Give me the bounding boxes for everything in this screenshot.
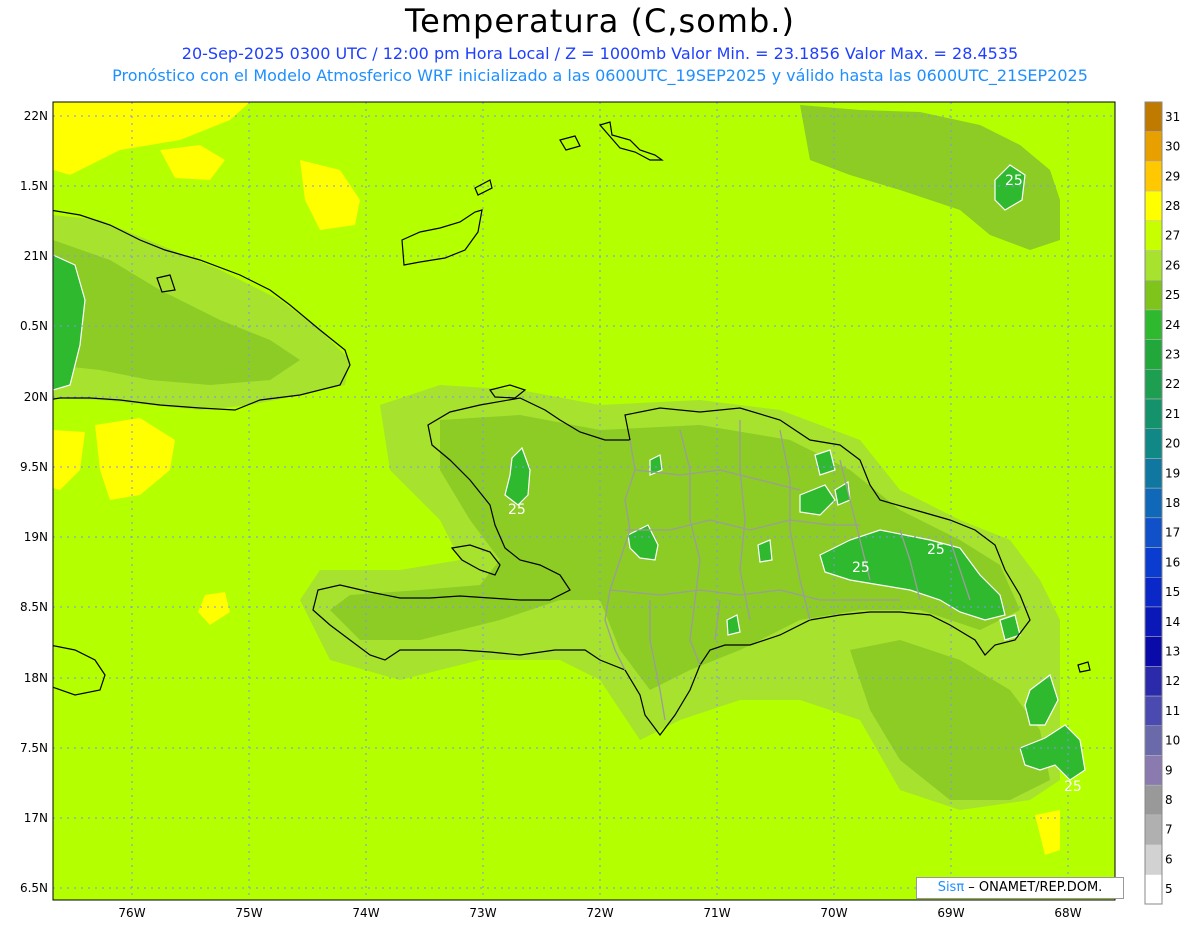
- lat-label: 0.5N: [20, 319, 48, 333]
- colorbar-swatch: [1144, 220, 1163, 251]
- colorbar-label: 27: [1165, 229, 1180, 243]
- colorbar-swatch: [1144, 695, 1163, 727]
- lon-label: 72W: [586, 906, 613, 920]
- colorbar-label: 10: [1165, 734, 1180, 748]
- colorbar-label: 9: [1165, 763, 1173, 777]
- colorbar-swatch: [1144, 784, 1163, 816]
- lat-label: 21N: [24, 249, 48, 263]
- colorbar-label: 23: [1165, 347, 1180, 361]
- colorbar-swatch: [1144, 636, 1163, 667]
- colorbar-label: 25: [1165, 288, 1180, 302]
- colorbar-swatch: [1144, 755, 1163, 786]
- colorbar-label: 30: [1165, 140, 1180, 154]
- colorbar-swatch: [1144, 190, 1163, 222]
- contour-label: 25: [852, 560, 870, 576]
- colorbar-label: 5: [1165, 882, 1173, 896]
- lon-label: 69W: [937, 906, 964, 920]
- colorbar-label: 6: [1165, 852, 1173, 866]
- colorbar-label: 13: [1165, 645, 1180, 659]
- colorbar-swatch: [1144, 398, 1163, 429]
- colorbar-label: 8: [1165, 793, 1173, 807]
- colorbar-swatch: [1144, 606, 1163, 637]
- colorbar-swatch: [1144, 874, 1163, 905]
- lon-label: 76W: [118, 906, 145, 920]
- colorbar-swatch: [1144, 487, 1163, 519]
- colorbar-label: 31: [1165, 110, 1180, 124]
- colorbar-swatch: [1144, 250, 1163, 281]
- colorbar-label: 29: [1165, 169, 1180, 183]
- temperature-map: 76W 75W 74W 73W 72W 71W 70W 69W 68W 22N …: [20, 101, 1180, 920]
- colorbar-label: 16: [1165, 555, 1180, 569]
- lon-label: 74W: [352, 906, 379, 920]
- colorbar-label: 21: [1165, 407, 1180, 421]
- colorbar-swatch: [1144, 666, 1163, 697]
- shaded-field: [53, 102, 1115, 900]
- lat-label: 20N: [24, 390, 48, 404]
- credit-text: – ONAMET/REP.DOM.: [964, 880, 1103, 895]
- lat-label: 17N: [24, 811, 48, 825]
- sispi-logo: Sisπ: [937, 880, 965, 895]
- colorbar-swatch: [1144, 517, 1163, 548]
- colorbar-swatch: [1144, 814, 1163, 845]
- colorbar-swatch: [1144, 725, 1163, 756]
- colorbar-label: 11: [1165, 704, 1180, 718]
- colorbar-swatch: [1144, 844, 1163, 875]
- colorbar-label: 22: [1165, 377, 1180, 391]
- lon-label: 70W: [820, 906, 847, 920]
- contour-label: 25: [1005, 173, 1023, 189]
- colorbar-swatch: [1144, 369, 1163, 400]
- lon-label: 75W: [235, 906, 262, 920]
- contour-label: 25: [927, 542, 945, 558]
- colorbar-swatch: [1144, 339, 1163, 370]
- colorbar-swatch: [1144, 547, 1163, 578]
- lat-label: 9.5N: [20, 460, 48, 474]
- colorbar-label: 18: [1165, 496, 1180, 510]
- lon-label: 73W: [469, 906, 496, 920]
- lat-label: 1.5N: [20, 179, 48, 193]
- lon-label: 71W: [703, 906, 730, 920]
- colorbar-swatch: [1144, 458, 1163, 489]
- lat-label: 6.5N: [20, 881, 48, 895]
- colorbar-swatch: [1144, 428, 1163, 459]
- lon-label: 68W: [1054, 906, 1081, 920]
- lat-label: 19N: [24, 530, 48, 544]
- colorbar-swatch: [1144, 309, 1163, 340]
- colorbar-label: 28: [1165, 199, 1180, 213]
- contour-label: 25: [508, 502, 526, 518]
- colorbar-label: 20: [1165, 437, 1180, 451]
- contour-label: 25: [1064, 779, 1082, 795]
- colorbar: 31 30 29 28 27 26 25 24 23 22 21 20 19 18 17 16 15 14 13 12…: [1144, 101, 1180, 905]
- lat-label: 18N: [24, 671, 48, 685]
- lat-label: 7.5N: [20, 741, 48, 755]
- colorbar-label: 26: [1165, 258, 1180, 272]
- colorbar-swatch: [1144, 161, 1163, 192]
- colorbar-label: 24: [1165, 318, 1180, 332]
- colorbar-label: 7: [1165, 823, 1173, 837]
- lat-label: 22N: [24, 109, 48, 123]
- colorbar-label: 19: [1165, 466, 1180, 480]
- colorbar-swatch: [1144, 577, 1163, 608]
- colorbar-label: 14: [1165, 615, 1180, 629]
- colorbar-swatch: [1144, 279, 1163, 311]
- colorbar-label: 15: [1165, 585, 1180, 599]
- colorbar-swatch: [1144, 131, 1163, 162]
- colorbar-swatch: [1144, 101, 1163, 132]
- colorbar-label: 17: [1165, 526, 1180, 540]
- lat-label: 8.5N: [20, 600, 48, 614]
- credit-box: Sisπ – ONAMET/REP.DOM.: [916, 877, 1124, 899]
- colorbar-label: 12: [1165, 674, 1180, 688]
